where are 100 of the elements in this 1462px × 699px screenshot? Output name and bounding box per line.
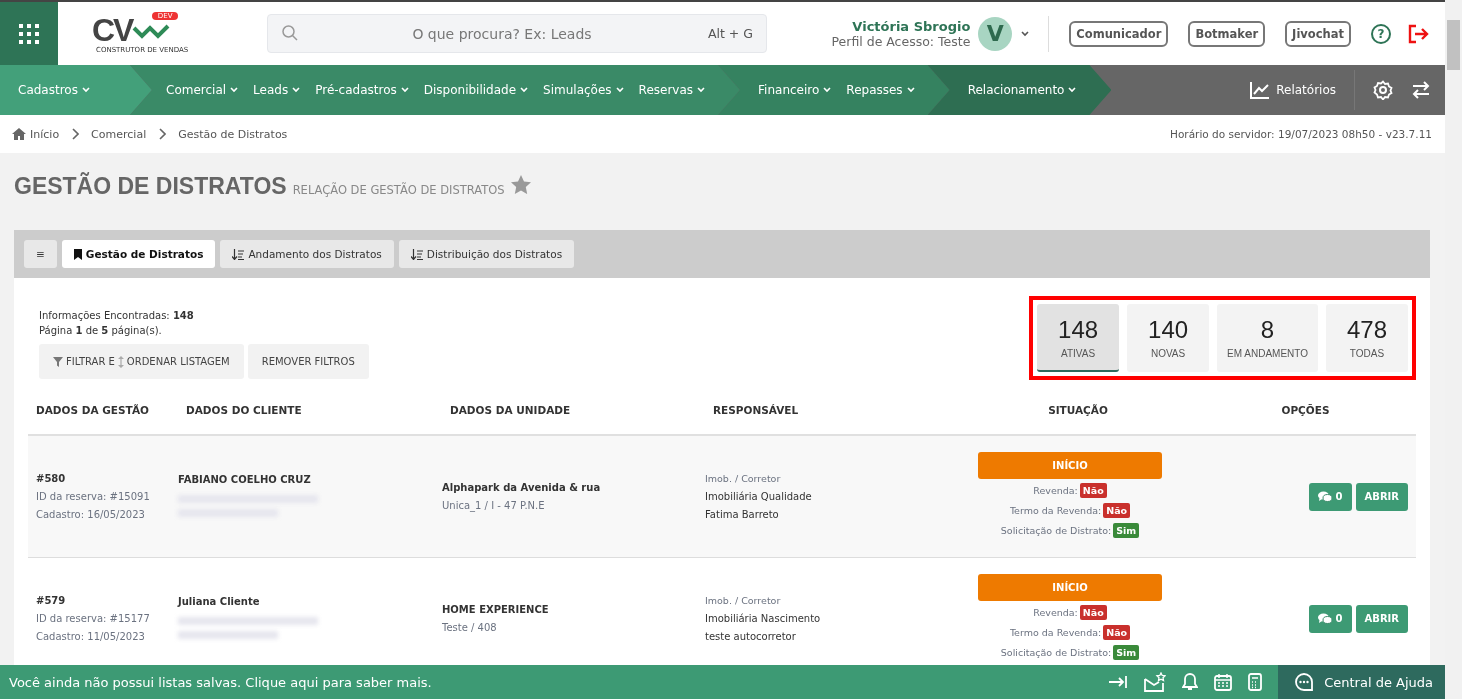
line-chart-icon — [1250, 81, 1271, 99]
table-cell-text: #580 — [36, 471, 67, 486]
status-badge: INÍCIO — [978, 573, 1162, 601]
page-info: Página 1 de 5 página(s). — [39, 324, 163, 338]
table-cell-text: Cadastro: 11/05/2023 — [36, 629, 146, 644]
logout-icon[interactable] — [1407, 22, 1429, 45]
table-cell-text: Imob. / Corretor — [705, 593, 782, 608]
chevron-icon — [1067, 85, 1078, 95]
tab[interactable]: Gestão de Distratos — [61, 240, 216, 268]
calculator-icon[interactable] — [1248, 673, 1263, 691]
flag-badge: Não — [1079, 604, 1107, 620]
tab[interactable]: Andamento dos Distratos — [220, 240, 394, 268]
column-header: DADOS DA GESTÃO — [35, 404, 150, 416]
menu-button[interactable]: ≡ — [24, 240, 57, 268]
flag-badge: Sim — [1113, 522, 1140, 538]
bell-icon[interactable] — [1182, 673, 1199, 691]
counter-tab[interactable]: 478 TODAS — [1326, 304, 1408, 372]
nav-menu-item[interactable]: Simulações — [543, 83, 625, 97]
sort-icon — [232, 248, 245, 260]
table-cell-text: Unica_1 / I - 47 P.N.E — [442, 498, 546, 514]
chevron-icon[interactable] — [1020, 28, 1031, 39]
chevron-icon — [614, 85, 625, 95]
swap-arrows-icon[interactable] — [1411, 80, 1431, 100]
nav-menu-item[interactable]: Repasses — [846, 83, 916, 97]
nav-menu-item[interactable]: Cadastros — [18, 83, 91, 97]
chat-bubbles-icon — [1317, 612, 1332, 625]
column-header: SITUAÇÃO — [1047, 404, 1109, 416]
user-name: Victória Sbrogio — [851, 18, 971, 34]
open-button[interactable]: ABRIR — [1355, 604, 1408, 633]
table-cell-text: Fatima Barreto — [705, 507, 780, 522]
counter-tab[interactable]: 148 ATIVAS — [1037, 304, 1120, 372]
flag-badge: Não — [1079, 482, 1107, 498]
status-badge: INÍCIO — [978, 451, 1162, 479]
arrow-to-line-icon[interactable] — [1108, 673, 1129, 691]
filter-icon — [53, 356, 63, 367]
table-cell-text: Imobiliária Qualidade — [705, 489, 813, 504]
table-cell-text: teste autocorretor — [705, 629, 797, 644]
apps-menu-button[interactable] — [0, 2, 58, 65]
results-count: Informações Encontradas: 148 — [39, 309, 195, 323]
nav-menu-item[interactable]: Reservas — [638, 83, 707, 97]
breadcrumb-link[interactable]: Comercial — [91, 127, 147, 141]
chevron-icon — [519, 85, 530, 95]
help-button[interactable]: ? — [1371, 23, 1391, 44]
open-button[interactable]: ABRIR — [1355, 482, 1408, 511]
chevron-icon — [399, 85, 410, 95]
table-cell-text: Imob. / Corretor — [705, 471, 782, 486]
remove-filters-button[interactable]: REMOVER FILTROS — [247, 344, 369, 379]
column-header: RESPONSÁVEL — [713, 404, 800, 416]
chat-button[interactable]: Comunicador — [1069, 20, 1169, 47]
table-cell-text: ID da reserva: #15091 — [36, 489, 151, 504]
chevron-icon — [291, 85, 302, 95]
nav-menu-item[interactable]: Leads — [253, 83, 302, 97]
table-cell-text: Alphapark da Avenida & rua — [442, 480, 602, 495]
flag-label: Termo da Revenda: — [1009, 625, 1102, 640]
breadcrumb-link[interactable]: Início — [12, 127, 60, 141]
flag-badge: Não — [1103, 624, 1131, 640]
chevron-icon — [905, 85, 916, 95]
settings-icon[interactable] — [1373, 80, 1393, 100]
chevron-icon — [80, 85, 91, 95]
chat-button[interactable]: Botmaker — [1188, 20, 1266, 47]
breadcrumb-link[interactable]: Gestão de Distratos — [178, 127, 288, 141]
column-header: OPÇÕES — [1280, 404, 1331, 416]
help-center-button[interactable]: Central de Ajuda — [1278, 665, 1445, 699]
table-cell-text: #579 — [36, 593, 67, 608]
table-cell-text: ID da reserva: #15177 — [36, 611, 151, 626]
nav-menu-item[interactable]: Comercial — [166, 83, 240, 97]
chat-bubbles-icon — [1317, 490, 1332, 503]
sort-arrows-icon — [117, 355, 124, 368]
user-avatar[interactable]: V — [978, 16, 1013, 51]
flag-label: Revenda: — [1033, 605, 1078, 620]
counter-tab[interactable]: 140 NOVAS — [1127, 304, 1210, 372]
counter-tab[interactable]: 8 EM ANDAMENTO — [1217, 304, 1318, 372]
chevron-icon — [822, 85, 833, 95]
flag-badge: Não — [1103, 502, 1131, 518]
envelope-star-icon[interactable] — [1144, 672, 1167, 692]
search-icon — [281, 24, 299, 42]
table-cell-text: HOME EXPERIENCE — [442, 602, 550, 617]
table-cell-text: Teste / 408 — [442, 620, 498, 635]
chevron-right-icon — [71, 128, 80, 140]
saved-lists-link[interactable]: Você ainda não possui listas salvas. Clique aqui para saber mais. — [0, 674, 432, 690]
bookmark-icon — [73, 248, 82, 260]
nav-menu-item[interactable]: Disponibilidade — [423, 83, 530, 97]
flag-label: Solicitação de Distrato: — [1000, 645, 1112, 660]
comments-button[interactable]: 0 — [1308, 482, 1352, 511]
filter-sort-button[interactable]: FILTRAR E ORDENAR LISTAGEM — [39, 344, 244, 379]
reports-link[interactable]: Relatórios — [1250, 81, 1336, 99]
nav-menu-item[interactable]: Pré-cadastros — [315, 83, 410, 97]
tab[interactable]: Distribuição dos Distratos — [398, 240, 575, 268]
column-header: DADOS DA UNIDADE — [450, 404, 572, 416]
chevron-icon — [696, 85, 707, 95]
calendar-icon[interactable] — [1214, 673, 1233, 691]
table-cell-text: Juliana Cliente — [178, 594, 261, 609]
chat-bubble-icon — [1294, 672, 1315, 692]
comments-button[interactable]: 0 — [1308, 604, 1352, 633]
star-icon[interactable] — [510, 175, 531, 194]
nav-menu-item[interactable]: Relacionamento — [967, 83, 1078, 97]
chat-button[interactable]: Jivochat — [1285, 20, 1351, 47]
shortcut-hint: Alt + G — [707, 26, 753, 41]
nav-menu-item[interactable]: Financeiro — [758, 83, 833, 97]
chevron-icon — [229, 85, 240, 95]
